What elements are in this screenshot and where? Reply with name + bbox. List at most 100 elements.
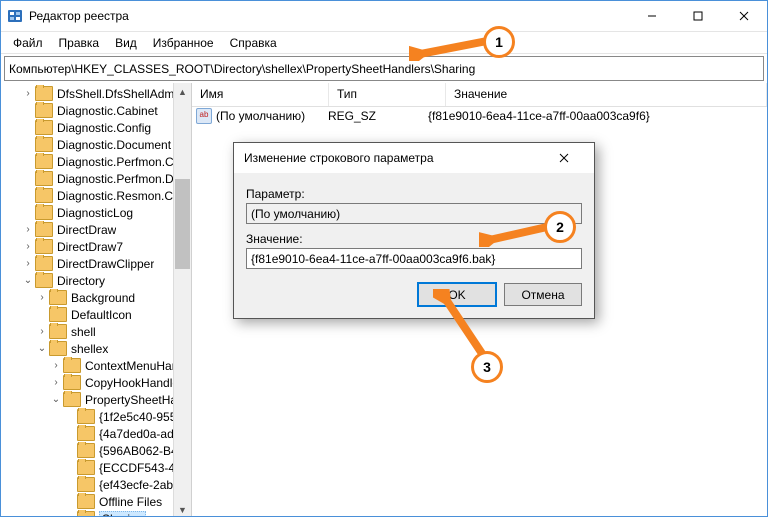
scroll-down-icon[interactable]: ▼: [174, 501, 191, 517]
folder-icon: [35, 239, 53, 254]
folder-icon: [77, 460, 95, 475]
tree-item[interactable]: Diagnostic.Perfmon.Con: [1, 153, 191, 170]
folder-icon: [63, 375, 81, 390]
minimize-button[interactable]: [629, 1, 675, 31]
tree-item[interactable]: DefaultIcon: [1, 306, 191, 323]
tree-pane: › DfsShell.DfsShellAdmin. Diagnostic.Cabi…: [1, 83, 192, 517]
folder-icon: [77, 443, 95, 458]
cell-name: (По умолчанию): [216, 109, 328, 123]
dialog-close-button[interactable]: [544, 143, 584, 173]
tree-item-label: Diagnostic.Perfmon.Do: [57, 172, 180, 186]
arrow-2: [479, 221, 549, 247]
chevron-right-icon[interactable]: ›: [21, 258, 35, 269]
tree-item-label: Diagnostic.Config: [57, 121, 151, 135]
tree-item[interactable]: Diagnostic.Config: [1, 119, 191, 136]
folder-icon: [35, 154, 53, 169]
tree-item-label: Diagnostic.Cabinet: [57, 104, 158, 118]
tree-item[interactable]: › CopyHookHandle: [1, 374, 191, 391]
tree-item-label: DfsShell.DfsShellAdmin.: [57, 87, 187, 101]
menu-edit[interactable]: Правка: [51, 34, 108, 52]
chevron-right-icon[interactable]: ›: [49, 377, 63, 388]
tree-item[interactable]: ⌄Directory: [1, 272, 191, 289]
tree-item-label: Diagnostic.Resmon.Con: [57, 189, 186, 203]
chevron-down-icon[interactable]: ⌄: [35, 343, 49, 354]
tree-item[interactable]: › Background: [1, 289, 191, 306]
folder-icon: [49, 290, 67, 305]
close-button[interactable]: [721, 1, 767, 31]
folder-icon: [63, 392, 81, 407]
tree-scrollbar[interactable]: ▲ ▼: [173, 83, 191, 517]
folder-icon: [35, 103, 53, 118]
tree-item[interactable]: Diagnostic.Resmon.Con: [1, 187, 191, 204]
tree-item-label: Diagnostic.Document: [57, 138, 171, 152]
tree-item[interactable]: Diagnostic.Perfmon.Do: [1, 170, 191, 187]
menu-file[interactable]: Файл: [5, 34, 51, 52]
chevron-right-icon[interactable]: ›: [35, 292, 49, 303]
tree-item[interactable]: {4a7ded0a-ad2: [1, 425, 191, 442]
tree-item[interactable]: {1f2e5c40-9550: [1, 408, 191, 425]
tree-item[interactable]: ⌄PropertySheetHar: [1, 391, 191, 408]
callout-2: 2: [544, 211, 576, 243]
folder-icon: [35, 137, 53, 152]
folder-icon: [49, 307, 67, 322]
chevron-right-icon[interactable]: ›: [21, 88, 35, 99]
registry-editor-window: Редактор реестра Файл Правка Вид Избранн…: [0, 0, 768, 517]
folder-icon: [35, 205, 53, 220]
titlebar: Редактор реестра: [1, 1, 767, 32]
tree-item-label: DiagnosticLog: [57, 206, 133, 220]
col-value[interactable]: Значение: [446, 83, 767, 106]
chevron-right-icon[interactable]: ›: [21, 224, 35, 235]
tree-item-label: DirectDrawClipper: [57, 257, 154, 271]
col-type[interactable]: Тип: [329, 83, 446, 106]
folder-icon: [77, 511, 95, 517]
folder-icon: [35, 273, 53, 288]
chevron-right-icon[interactable]: ›: [21, 241, 35, 252]
value-field[interactable]: [246, 248, 582, 269]
chevron-down-icon[interactable]: ⌄: [21, 275, 35, 286]
tree-item-label: CopyHookHandle: [85, 376, 179, 390]
folder-icon: [35, 188, 53, 203]
chevron-down-icon[interactable]: ⌄: [49, 394, 63, 405]
chevron-right-icon[interactable]: ›: [35, 326, 49, 337]
tree-item[interactable]: › DirectDrawClipper: [1, 255, 191, 272]
folder-icon: [77, 494, 95, 509]
tree-item[interactable]: Offline Files: [1, 493, 191, 510]
list-row[interactable]: ab (По умолчанию) REG_SZ {f81e9010-6ea4-…: [192, 107, 767, 125]
address-bar[interactable]: Компьютер\HKEY_CLASSES_ROOT\Directory\sh…: [4, 56, 764, 81]
folder-icon: [49, 341, 67, 356]
tree-item[interactable]: › shell: [1, 323, 191, 340]
tree-item[interactable]: › DfsShell.DfsShellAdmin.: [1, 85, 191, 102]
tree-item[interactable]: {ef43ecfe-2ab9: [1, 476, 191, 493]
param-label: Параметр:: [246, 187, 582, 201]
maximize-button[interactable]: [675, 1, 721, 31]
menu-favorites[interactable]: Избранное: [145, 34, 222, 52]
tree-item-label: ContextMenuHan: [85, 359, 178, 373]
folder-icon: [77, 409, 95, 424]
tree-item[interactable]: DiagnosticLog: [1, 204, 191, 221]
cancel-button[interactable]: Отмена: [504, 283, 582, 306]
scroll-thumb[interactable]: [175, 179, 190, 269]
tree-item[interactable]: Diagnostic.Document: [1, 136, 191, 153]
cell-value: {f81e9010-6ea4-11ce-a7ff-00aa003ca9f6}: [428, 109, 767, 123]
tree-item-label: shell: [71, 325, 96, 339]
tree-item[interactable]: Sharing: [1, 510, 191, 517]
col-name[interactable]: Имя: [192, 83, 329, 106]
tree-item[interactable]: Diagnostic.Cabinet: [1, 102, 191, 119]
tree-item-label: Background: [71, 291, 135, 305]
tree-item-label: DirectDraw: [57, 223, 116, 237]
window-title: Редактор реестра: [29, 9, 629, 23]
menubar: Файл Правка Вид Избранное Справка: [1, 32, 767, 54]
folder-icon: [35, 256, 53, 271]
tree-item[interactable]: › DirectDraw: [1, 221, 191, 238]
tree-item[interactable]: {ECCDF543-450: [1, 459, 191, 476]
folder-icon: [63, 358, 81, 373]
string-value-icon: ab: [196, 108, 212, 124]
chevron-right-icon[interactable]: ›: [49, 360, 63, 371]
scroll-up-icon[interactable]: ▲: [174, 83, 191, 100]
tree-item[interactable]: ›DirectDraw7: [1, 238, 191, 255]
tree-item[interactable]: {596AB062-B4D: [1, 442, 191, 459]
tree-item[interactable]: ⌄shellex: [1, 340, 191, 357]
menu-view[interactable]: Вид: [107, 34, 145, 52]
tree-item[interactable]: › ContextMenuHan: [1, 357, 191, 374]
menu-help[interactable]: Справка: [222, 34, 285, 52]
